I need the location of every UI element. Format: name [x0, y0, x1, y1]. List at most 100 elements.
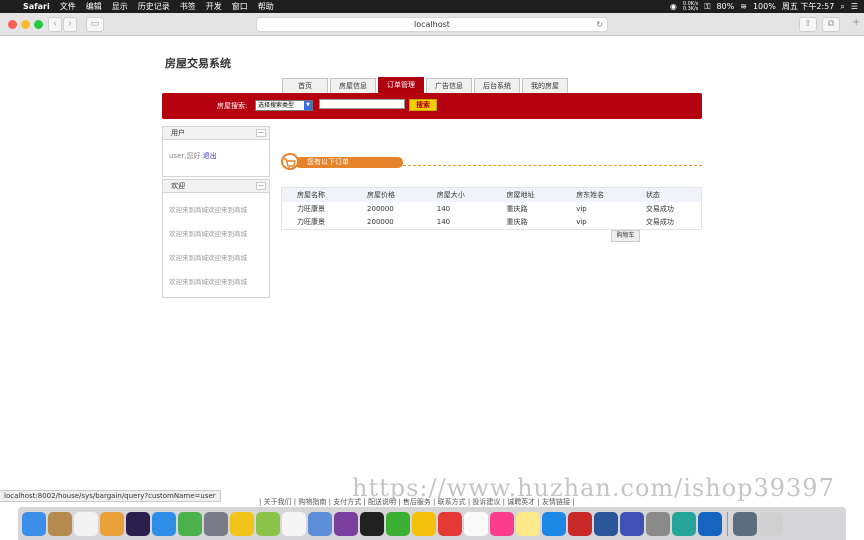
leaf-app-icon[interactable] — [178, 511, 202, 536]
remote-desktop-icon[interactable] — [568, 511, 592, 536]
qq-icon[interactable] — [360, 511, 384, 536]
search-type-select[interactable]: 选择搜索类型 ▼ — [255, 100, 313, 111]
record-icon[interactable]: ◉ — [670, 2, 677, 11]
lemon-app-icon[interactable] — [230, 511, 254, 536]
wechat-icon[interactable] — [386, 511, 410, 536]
collapse-icon[interactable]: — — [256, 182, 266, 190]
android-studio-icon[interactable] — [256, 511, 280, 536]
menu-window[interactable]: 窗口 — [227, 1, 253, 12]
browser-app-icon[interactable] — [698, 511, 722, 536]
spotlight-search-icon[interactable]: ⌕ — [840, 2, 844, 12]
itunes-icon[interactable] — [490, 511, 514, 536]
menu-edit[interactable]: 编辑 — [81, 1, 107, 12]
macos-menubar: Safari 文件 编辑 显示 历史记录 书签 开发 窗口 帮助 ◉ 0.0K/… — [0, 0, 864, 13]
photos-icon[interactable] — [100, 511, 124, 536]
welcome-line: 欢迎来到商城欢迎来到商城 — [169, 230, 247, 238]
menu-history[interactable]: 历史记录 — [133, 1, 175, 12]
clock[interactable]: 周五 下午2:57 — [782, 1, 835, 12]
tab-backend[interactable]: 后台系统 — [474, 78, 520, 93]
menu-app-name[interactable]: Safari — [18, 2, 55, 11]
typora-icon[interactable] — [282, 511, 306, 536]
collapse-icon[interactable]: — — [256, 129, 266, 137]
search-label: 房屋搜索: — [217, 102, 248, 110]
tabs-overview-icon[interactable]: ⧉ — [822, 17, 840, 32]
new-tab-icon[interactable]: + — [852, 17, 860, 28]
tab-my-house[interactable]: 我的房屋 — [522, 78, 568, 93]
downloads-stack-icon[interactable] — [733, 511, 757, 536]
wifi-icon[interactable]: ≋ — [740, 2, 747, 11]
welcome-line: 欢迎来到商城欢迎来到商城 — [169, 206, 247, 214]
forward-button[interactable]: › — [63, 17, 77, 32]
column-header: 房屋名称 — [281, 187, 353, 202]
dock-separator — [727, 511, 728, 536]
search-bar: 房屋搜索: 选择搜索类型 ▼ 搜索 — [162, 93, 702, 119]
todo-app-icon[interactable] — [74, 511, 98, 536]
browser-toolbar: ‹ › ▭ localhost ↻ ⇧ ⧉ + — [0, 13, 864, 36]
orders-table: 房屋名称 房屋价格 房屋大小 房屋地址 房东姓名 状态 力旺康景 200000 … — [281, 187, 702, 230]
folder-app-icon[interactable] — [308, 511, 332, 536]
calendar-icon[interactable] — [464, 511, 488, 536]
cell-landlord-name: vip — [576, 218, 587, 227]
notes-app-icon[interactable] — [48, 511, 72, 536]
sidebar-toggle-icon[interactable]: ▭ — [86, 17, 104, 32]
network-speed: 0.0K/s 0.3K/s — [683, 1, 699, 12]
system-preferences-icon[interactable] — [646, 511, 670, 536]
lock-icon[interactable]: ⚿ — [704, 2, 710, 12]
chevron-down-icon: ▼ — [304, 101, 312, 110]
app-store-icon[interactable] — [542, 511, 566, 536]
menu-develop[interactable]: 开发 — [201, 1, 227, 12]
fan-app-icon[interactable] — [672, 511, 696, 536]
address-url: localhost — [414, 20, 450, 29]
user-greeting: user,您好 — [169, 152, 201, 160]
welcome-panel: 欢迎 — 欢迎来到商城欢迎来到商城 欢迎来到商城欢迎来到商城 欢迎来到商城欢迎来… — [162, 179, 270, 298]
menu-help[interactable]: 帮助 — [253, 1, 279, 12]
intellij-icon[interactable] — [126, 511, 150, 536]
cell-landlord-name: vip — [576, 204, 587, 213]
stickies-icon[interactable] — [516, 511, 540, 536]
tab-home[interactable]: 首页 — [282, 78, 328, 93]
cell-house-address: 重庆路 — [506, 218, 528, 227]
table-header-row: 房屋名称 房屋价格 房屋大小 房屋地址 房东姓名 状态 — [281, 187, 702, 202]
cart-button[interactable]: 购物车 — [611, 230, 640, 242]
zoom-window-icon[interactable] — [34, 20, 43, 29]
safari-icon[interactable] — [152, 511, 176, 536]
cell-house-price: 200000 — [367, 218, 394, 227]
minimize-window-icon[interactable] — [21, 20, 30, 29]
back-button[interactable]: ‹ — [48, 17, 62, 32]
music-app-icon[interactable] — [412, 511, 436, 536]
cell-house-address: 重庆路 — [506, 204, 528, 213]
finder-icon[interactable] — [22, 511, 46, 536]
user-panel-header: 用户 — — [163, 127, 269, 140]
netease-music-icon[interactable] — [438, 511, 462, 536]
word-icon[interactable] — [594, 511, 618, 536]
menu-file[interactable]: 文件 — [55, 1, 81, 12]
welcome-line: 欢迎来到商城欢迎来到商城 — [169, 254, 247, 262]
user-panel-title: 用户 — [171, 129, 185, 137]
address-bar[interactable]: localhost ↻ — [256, 17, 608, 32]
reload-icon[interactable]: ↻ — [596, 18, 603, 31]
macos-dock — [18, 507, 846, 540]
share-icon[interactable]: ⇧ — [799, 17, 817, 32]
tab-house-info[interactable]: 房屋信息 — [330, 78, 376, 93]
shopping-cart-icon — [281, 153, 299, 170]
cell-house-name: 力旺康景 — [297, 218, 325, 227]
menu-view[interactable]: 显示 — [107, 1, 133, 12]
menu-bookmarks[interactable]: 书签 — [175, 1, 201, 12]
launchpad-icon[interactable] — [204, 511, 228, 536]
column-header: 房屋价格 — [352, 187, 422, 202]
tab-order-management[interactable]: 订单管理 — [378, 77, 424, 93]
welcome-line: 欢迎来到商城欢迎来到商城 — [169, 278, 247, 286]
search-input[interactable] — [319, 99, 405, 109]
close-window-icon[interactable] — [8, 20, 17, 29]
axure-rp-icon[interactable] — [334, 511, 358, 536]
logout-link[interactable]: 退出 — [203, 152, 217, 160]
keynote-icon[interactable] — [620, 511, 644, 536]
cell-house-price: 200000 — [367, 204, 394, 213]
search-button[interactable]: 搜索 — [409, 99, 437, 111]
notification-center-icon[interactable]: ☰ — [851, 2, 858, 11]
tab-ad-info[interactable]: 广告信息 — [426, 78, 472, 93]
cell-status: 交易成功 — [645, 218, 674, 227]
cell-status: 交易成功 — [645, 204, 674, 213]
trash-icon[interactable] — [759, 511, 783, 536]
cell-house-size: 140 — [436, 204, 451, 213]
